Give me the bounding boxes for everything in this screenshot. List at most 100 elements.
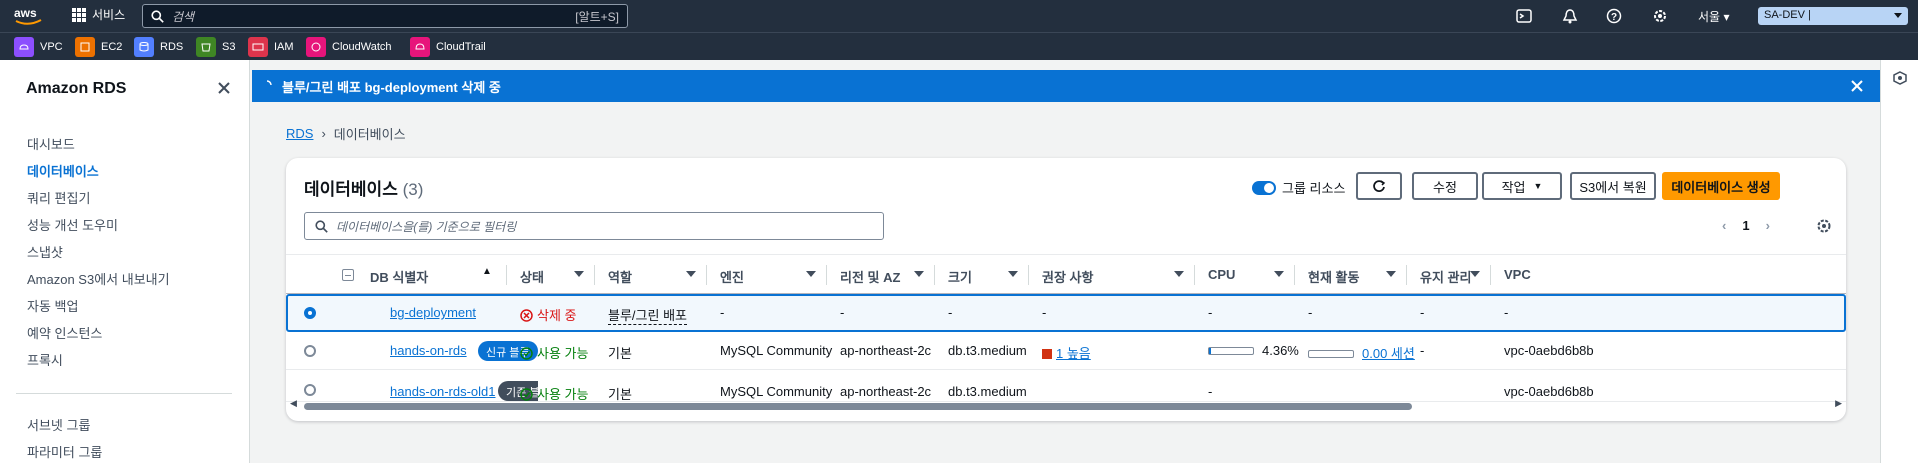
sort-icon[interactable] xyxy=(1174,271,1184,277)
favorite-ec2[interactable]: EC2 xyxy=(75,37,122,57)
sort-icon[interactable] xyxy=(806,271,816,277)
cloudtrail-icon xyxy=(410,37,430,57)
size-cell: db.t3.medium xyxy=(948,384,1027,399)
status-cell: 삭제 중 xyxy=(520,305,577,324)
sort-icon[interactable] xyxy=(1274,271,1284,277)
sidenav-title[interactable]: Amazon RDS xyxy=(26,80,126,98)
modify-button[interactable]: 수정 xyxy=(1412,172,1478,200)
recommendation-cell: - xyxy=(1042,305,1047,320)
col-cpu[interactable]: CPU xyxy=(1208,267,1235,282)
aws-logo[interactable]: aws xyxy=(14,5,44,27)
filter-input[interactable]: 데이터베이스을(를) 기준으로 필터링 xyxy=(304,212,884,240)
actions-button[interactable]: 작업 ▼ xyxy=(1482,172,1562,200)
refresh-button[interactable] xyxy=(1356,172,1402,200)
sort-icon[interactable] xyxy=(1470,271,1480,277)
sort-icon[interactable] xyxy=(686,271,696,277)
prev-page-icon[interactable]: ‹ xyxy=(1722,218,1726,233)
sidebar-item-dashboard[interactable]: 대시보드 xyxy=(27,134,75,153)
sort-icon[interactable] xyxy=(1386,271,1396,277)
col-role[interactable]: 역할 xyxy=(608,267,632,286)
db-identifier-link[interactable]: hands-on-rds-old1 xyxy=(390,384,496,399)
db-identifier-link[interactable]: bg-deployment xyxy=(390,305,476,320)
services-button[interactable]: 서비스 xyxy=(72,6,125,23)
help-icon[interactable]: ? xyxy=(1606,8,1622,24)
db-identifier-link[interactable]: hands-on-rds xyxy=(390,343,467,358)
favorite-cloudwatch[interactable]: CloudWatch xyxy=(306,37,392,57)
chevron-down-icon: ▾ xyxy=(1723,10,1730,24)
side-navigation: Amazon RDS 대시보드 데이터베이스 쿼리 편집기 성능 개선 도우미 … xyxy=(0,60,250,463)
recommendation-cell[interactable]: 1 높음 xyxy=(1042,343,1091,362)
notifications-icon[interactable] xyxy=(1562,8,1578,24)
sort-icon[interactable] xyxy=(1008,271,1018,277)
status-text: 삭제 중 xyxy=(537,308,577,323)
info-panel-icon[interactable] xyxy=(1893,71,1907,85)
column-separator xyxy=(706,265,707,285)
table-row[interactable]: hands-on-rds 신규 블루 사용 가능 기본 MySQL Commun… xyxy=(286,332,1846,370)
favorite-iam[interactable]: IAM xyxy=(248,37,294,57)
sidebar-item-parameter-groups[interactable]: 파라미터 그룹 xyxy=(27,442,102,461)
column-separator xyxy=(826,265,827,285)
col-vpc[interactable]: VPC xyxy=(1504,267,1531,282)
iam-icon xyxy=(248,37,268,57)
favorite-label: CloudTrail xyxy=(436,41,486,53)
sidebar-item-subnet-groups[interactable]: 서브넷 그룹 xyxy=(27,415,90,434)
favorite-s3[interactable]: S3 xyxy=(196,37,235,57)
sidebar-item-snapshots[interactable]: 스냅샷 xyxy=(27,242,63,261)
table-row[interactable]: hands-on-rds-old1 기존 블 사용 가능 기본 MySQL Co… xyxy=(286,370,1846,402)
sidebar-item-automated-backups[interactable]: 자동 백업 xyxy=(27,296,78,315)
sidebar-item-proxies[interactable]: 프록시 xyxy=(27,350,63,369)
sort-icon[interactable] xyxy=(914,271,924,277)
favorites-bar: VPC EC2 RDS S3 IAM CloudWatch CloudTrail xyxy=(0,32,1918,60)
account-menu[interactable]: SA-DEV | xyxy=(1758,7,1908,25)
row-radio[interactable] xyxy=(304,307,316,319)
group-resources-toggle[interactable]: 그룹 리소스 xyxy=(1252,178,1345,197)
row-radio[interactable] xyxy=(304,384,316,396)
sort-ascending-icon[interactable]: ▲ xyxy=(482,266,492,277)
sidebar-item-exports-s3[interactable]: Amazon S3에서 내보내기 xyxy=(27,269,170,288)
favorite-vpc[interactable]: VPC xyxy=(14,37,63,57)
activity-link[interactable]: 0.00 세션 xyxy=(1362,346,1415,361)
recommendation-link[interactable]: 1 높음 xyxy=(1056,346,1091,361)
toggle-switch[interactable] xyxy=(1252,180,1276,195)
col-size[interactable]: 크기 xyxy=(948,267,972,286)
col-region-az[interactable]: 리전 및 AZ xyxy=(840,267,900,286)
role-cell[interactable]: 블루/그린 배포 xyxy=(608,305,687,325)
global-search[interactable]: 검색 [알트+S] xyxy=(142,4,628,28)
restore-from-s3-button[interactable]: S3에서 복원 xyxy=(1570,172,1656,200)
scrollbar-thumb[interactable] xyxy=(304,403,1412,410)
col-current-activity[interactable]: 현재 활동 xyxy=(1308,267,1359,286)
col-status[interactable]: 상태 xyxy=(520,267,544,286)
table-row[interactable]: bg-deployment 삭제 중 블루/그린 배포 - - - - - - … xyxy=(286,294,1846,332)
sidebar-item-databases[interactable]: 데이터베이스 xyxy=(27,161,99,180)
preferences-gear-icon[interactable] xyxy=(1816,218,1832,234)
page-number[interactable]: 1 xyxy=(1742,218,1749,233)
scroll-left-icon[interactable]: ◀ xyxy=(290,398,297,409)
scroll-right-icon[interactable]: ▶ xyxy=(1835,398,1842,409)
breadcrumb-rds-link[interactable]: RDS xyxy=(286,126,313,141)
col-engine[interactable]: 엔진 xyxy=(720,267,744,286)
cloudshell-icon[interactable] xyxy=(1516,8,1532,24)
next-page-icon[interactable]: › xyxy=(1766,218,1770,233)
col-recommendations[interactable]: 권장 사항 xyxy=(1042,267,1093,286)
col-db-identifier[interactable]: DB 식별자 xyxy=(370,267,428,286)
sidebar-item-query-editor[interactable]: 쿼리 편집기 xyxy=(27,188,90,207)
collapse-all-checkbox[interactable] xyxy=(342,269,354,281)
flash-close-icon[interactable] xyxy=(1850,79,1864,93)
favorite-cloudtrail[interactable]: CloudTrail xyxy=(410,37,486,57)
sidebar-item-performance-insights[interactable]: 성능 개선 도우미 xyxy=(27,215,118,234)
region-selector[interactable]: 서울 ▾ xyxy=(1698,8,1729,25)
flash-banner: 블루/그린 배포 bg-deployment 삭제 중 xyxy=(252,70,1880,102)
column-separator xyxy=(506,265,507,285)
sort-icon[interactable] xyxy=(574,271,584,277)
cpu-value: 4.36% xyxy=(1262,343,1299,358)
create-database-button[interactable]: 데이터베이스 생성 xyxy=(1662,172,1780,200)
favorite-rds[interactable]: RDS xyxy=(134,37,183,57)
close-icon[interactable] xyxy=(216,80,232,96)
sidebar-item-reserved-instances[interactable]: 예약 인스턴스 xyxy=(27,323,102,342)
region-cell: - xyxy=(840,305,845,320)
col-maintenance[interactable]: 유지 관리 xyxy=(1420,267,1471,286)
success-icon xyxy=(520,388,533,401)
horizontal-scrollbar[interactable]: ◀ ▶ xyxy=(290,398,1842,411)
row-radio[interactable] xyxy=(304,345,316,357)
settings-icon[interactable] xyxy=(1652,8,1668,24)
